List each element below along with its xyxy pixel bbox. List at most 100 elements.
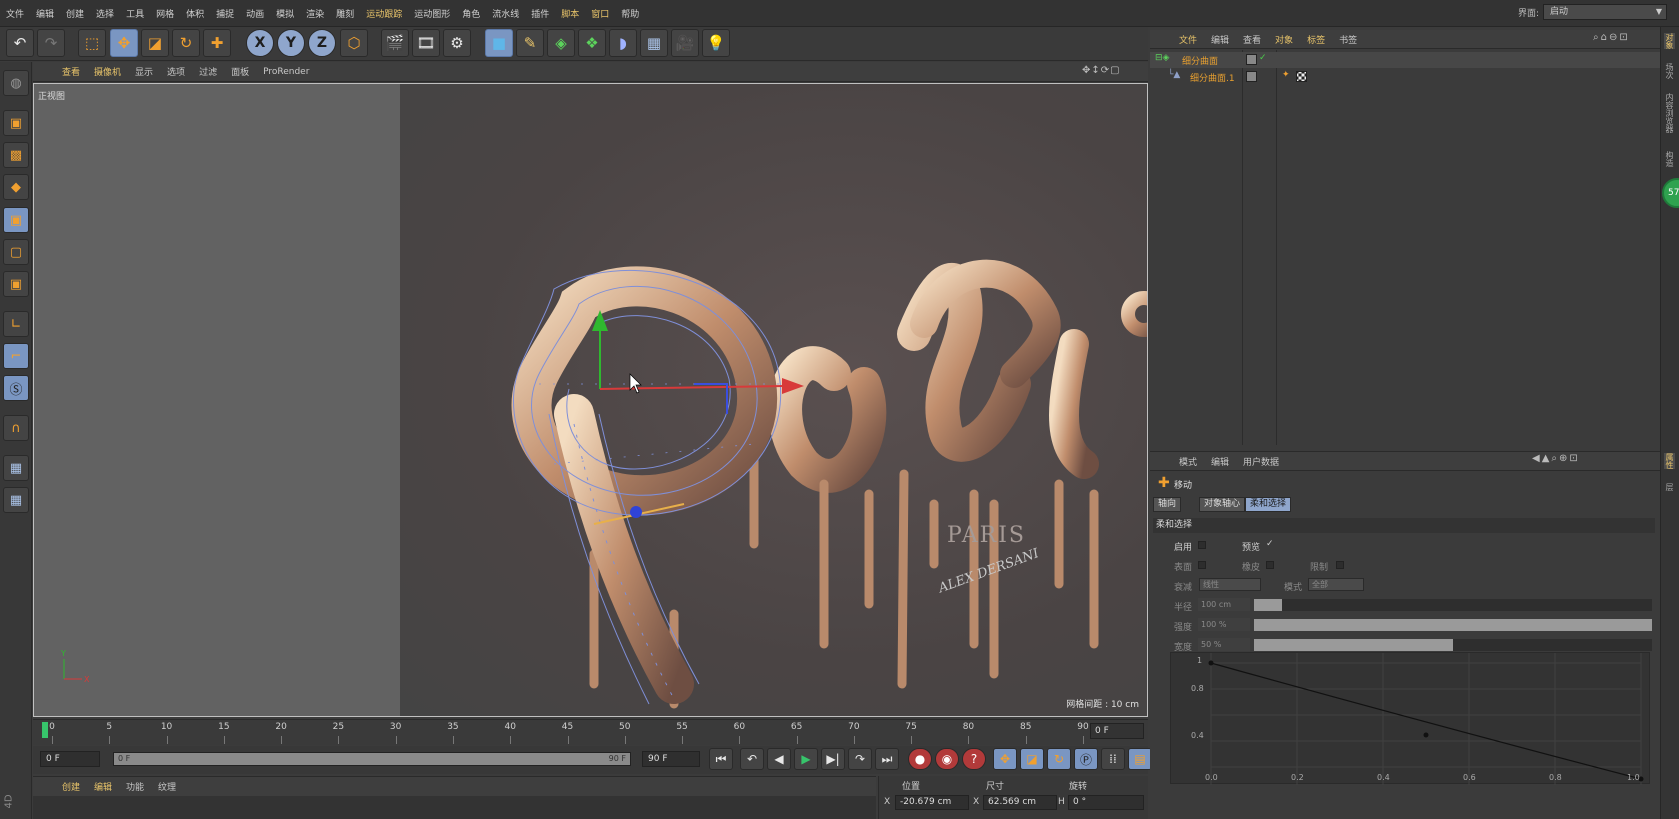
- axis-mode-button[interactable]: ∟: [3, 311, 29, 337]
- om-menu-file[interactable]: 文件: [1172, 33, 1204, 46]
- rotation-h-field[interactable]: 0 °: [1068, 795, 1144, 810]
- go-to-end-button[interactable]: ⏭: [875, 748, 899, 770]
- z-axis-button[interactable]: Z: [308, 29, 336, 57]
- restrict-checkbox[interactable]: [1336, 561, 1344, 569]
- tab-objects[interactable]: 对象: [1664, 33, 1675, 49]
- menu-tools[interactable]: 工具: [120, 7, 150, 20]
- width-value[interactable]: 50 %: [1198, 638, 1250, 651]
- strength-value[interactable]: 100 %: [1198, 618, 1250, 631]
- camera-button[interactable]: 🎥: [671, 29, 699, 57]
- key-position-button[interactable]: ✥: [993, 748, 1017, 770]
- om-nav-icons[interactable]: ⌕⌂⊖⊡: [1593, 32, 1630, 43]
- menu-simulate[interactable]: 模拟: [270, 7, 300, 20]
- menu-file[interactable]: 文件: [0, 7, 30, 20]
- om-menu-objects[interactable]: 对象: [1268, 33, 1300, 46]
- menu-script[interactable]: 脚本: [555, 7, 585, 20]
- surface-checkbox[interactable]: [1198, 561, 1206, 569]
- am-menu-edit[interactable]: 编辑: [1204, 455, 1236, 468]
- undo-button[interactable]: ↶: [6, 29, 34, 57]
- tab-object-axis[interactable]: 对象轴心: [1199, 497, 1246, 512]
- subdivision-surface-button[interactable]: ◈: [547, 29, 575, 57]
- render-settings-button[interactable]: ⚙: [443, 29, 471, 57]
- previous-frame-button[interactable]: ◀: [767, 748, 791, 770]
- object-row[interactable]: ⊟◈ 细分曲面 ✓: [1150, 52, 1660, 68]
- end-frame-field[interactable]: 90 F: [642, 751, 700, 767]
- workplane-mode-button[interactable]: ◆: [3, 174, 29, 200]
- array-generator-button[interactable]: ❖: [578, 29, 606, 57]
- material-menu-texture[interactable]: 纹理: [151, 780, 183, 793]
- tab-structure[interactable]: 构造: [1664, 151, 1675, 167]
- edge-mode-button[interactable]: ▢: [3, 239, 29, 265]
- deformer-button[interactable]: ◗: [609, 29, 637, 57]
- menu-edit[interactable]: 编辑: [30, 7, 60, 20]
- radius-value[interactable]: 100 cm: [1198, 598, 1250, 611]
- tab-takes[interactable]: 场次: [1664, 63, 1675, 79]
- key-pla-button[interactable]: ⁞⁞: [1101, 748, 1125, 770]
- am-nav-icons[interactable]: ◀▲⌕⊕⊡: [1532, 453, 1580, 464]
- record-keys-button[interactable]: ●: [908, 748, 932, 770]
- menu-snap[interactable]: 捕捉: [210, 7, 240, 20]
- material-menu-function[interactable]: 功能: [119, 780, 151, 793]
- polygon-mode-button[interactable]: ▣: [3, 271, 29, 297]
- material-tag-icon[interactable]: [1296, 71, 1307, 82]
- om-menu-edit[interactable]: 编辑: [1204, 33, 1236, 46]
- go-to-start-button[interactable]: ⏮: [709, 748, 733, 770]
- preview-checkmark[interactable]: ✓: [1266, 539, 1274, 549]
- tab-attributes[interactable]: 属性: [1664, 453, 1675, 469]
- mode-dropdown[interactable]: 全部: [1308, 578, 1364, 591]
- tab-soft-selection[interactable]: 柔和选择: [1245, 497, 1292, 512]
- tab-content-browser[interactable]: 内容浏览器: [1664, 93, 1675, 133]
- tab-axis[interactable]: 轴向: [1153, 497, 1182, 512]
- current-frame-field[interactable]: 0 F: [1090, 723, 1144, 739]
- rotate-tool-button[interactable]: ↻: [172, 29, 200, 57]
- y-axis-button[interactable]: Y: [277, 29, 305, 57]
- viewport-menu-camera[interactable]: 摄像机: [87, 65, 128, 78]
- viewport-menu-prorender[interactable]: ProRender: [256, 67, 316, 77]
- tag-icon[interactable]: ✦: [1282, 70, 1290, 80]
- model-mode-button[interactable]: ▣: [3, 110, 29, 136]
- object-row[interactable]: └▲ 细分曲面.1 ✦: [1150, 69, 1660, 85]
- position-x-field[interactable]: -20.679 cm: [895, 795, 969, 810]
- cube-object-button[interactable]: ■: [485, 29, 513, 57]
- am-menu-mode[interactable]: 模式: [1172, 455, 1204, 468]
- coordinate-system-button[interactable]: ⬡: [340, 29, 368, 57]
- visibility-toggle[interactable]: [1246, 54, 1257, 65]
- material-menu-create[interactable]: 创建: [55, 780, 87, 793]
- menu-sculpt[interactable]: 雕刻: [330, 7, 360, 20]
- play-button[interactable]: ▶: [794, 748, 818, 770]
- object-manager[interactable]: [1150, 50, 1660, 445]
- menu-create[interactable]: 创建: [60, 7, 90, 20]
- om-menu-view[interactable]: 查看: [1236, 33, 1268, 46]
- enabled-check-icon[interactable]: ✓: [1259, 53, 1267, 63]
- falloff-dropdown[interactable]: 线性: [1199, 578, 1261, 591]
- menu-help[interactable]: 帮助: [615, 7, 645, 20]
- keyframe-selection-button[interactable]: ?: [962, 748, 986, 770]
- material-manager[interactable]: [33, 796, 876, 819]
- am-menu-user-data[interactable]: 用户数据: [1236, 455, 1286, 468]
- size-x-field[interactable]: 62.569 cm: [983, 795, 1057, 810]
- viewport-menu-panel[interactable]: 面板: [224, 65, 256, 78]
- workplane-align-button[interactable]: ▦: [3, 487, 29, 513]
- move-tool-button[interactable]: ✥: [110, 29, 138, 57]
- next-frame-button[interactable]: ▶|: [821, 748, 845, 770]
- scale-tool-button[interactable]: ◪: [141, 29, 169, 57]
- solo-button[interactable]: Ⓢ: [3, 375, 29, 401]
- menu-render[interactable]: 渲染: [300, 7, 330, 20]
- visibility-toggle[interactable]: [1246, 71, 1257, 82]
- curve-point[interactable]: [1208, 660, 1214, 666]
- viewport-nav-icons[interactable]: ✥↕⟳▢: [1082, 65, 1121, 76]
- floor-button[interactable]: ▦: [640, 29, 668, 57]
- point-mode-button[interactable]: ▣: [3, 207, 29, 233]
- viewport-menu-options[interactable]: 选项: [160, 65, 192, 78]
- light-button[interactable]: 💡: [702, 29, 730, 57]
- menu-select[interactable]: 选择: [90, 7, 120, 20]
- preview-range-slider[interactable]: 0 F 90 F: [113, 752, 631, 766]
- menu-motion-tracker[interactable]: 运动跟踪: [360, 7, 408, 20]
- layout-select[interactable]: 启动 ▼: [1543, 4, 1667, 20]
- menu-window[interactable]: 窗口: [585, 7, 615, 20]
- add-object-button[interactable]: ✚: [203, 29, 231, 57]
- render-view-button[interactable]: 🎬: [381, 29, 409, 57]
- strength-slider[interactable]: [1254, 619, 1652, 631]
- workplane-lock-button[interactable]: ▦: [3, 455, 29, 481]
- pen-spline-button[interactable]: ✎: [516, 29, 544, 57]
